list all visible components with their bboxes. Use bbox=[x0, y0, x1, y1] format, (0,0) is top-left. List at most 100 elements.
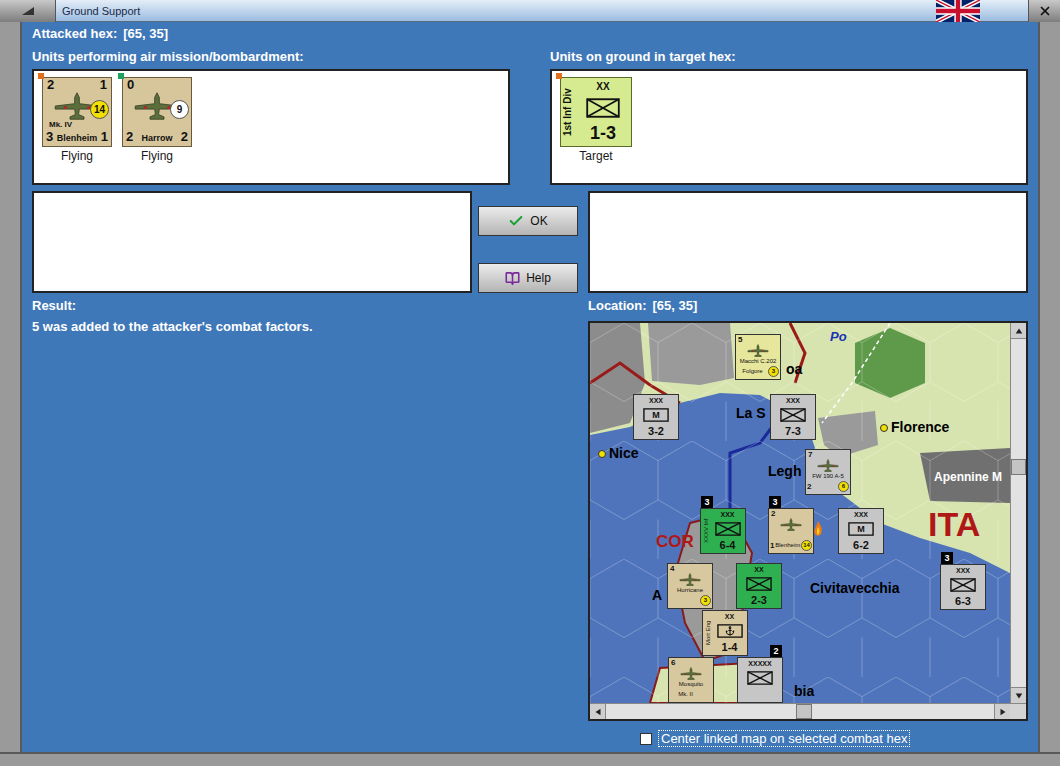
plane-icon bbox=[779, 518, 803, 531]
map-land-counter[interactable]: XXXM3-2 bbox=[633, 394, 679, 440]
check-icon bbox=[508, 213, 524, 229]
result-text: 5 was added to the attacker's combat fac… bbox=[32, 319, 588, 335]
counter-bottom-row: Mk. II bbox=[669, 688, 713, 700]
unit-strength: 3-2 bbox=[648, 425, 664, 437]
scroll-down-button[interactable] bbox=[1011, 687, 1026, 703]
counter-body: XX2-3 bbox=[737, 564, 781, 608]
map-land-counter[interactable]: 2XXXXX bbox=[737, 657, 783, 703]
horizontal-scrollbar[interactable] bbox=[590, 703, 1026, 719]
center-map-checkbox[interactable] bbox=[640, 733, 652, 745]
map-air-counter[interactable]: 6MosquitoMk. II bbox=[668, 657, 714, 703]
vertical-thumb[interactable] bbox=[1011, 459, 1026, 475]
arrow-left-icon bbox=[593, 707, 603, 717]
place-name: COR bbox=[656, 529, 694, 555]
map-view[interactable]: PooaLa SNiceFlorenceLeghApennine MITACOR… bbox=[590, 323, 1010, 703]
center-map-label: Center linked map on selected combat hex bbox=[658, 730, 910, 747]
top-left-value: 7 bbox=[808, 450, 812, 459]
unit-box-icon bbox=[780, 408, 806, 422]
window-title: Ground Support bbox=[62, 4, 140, 18]
plane-icon bbox=[746, 344, 770, 357]
stack-badge: 2 bbox=[770, 645, 782, 657]
map-land-counter[interactable]: XXX7-3 bbox=[770, 394, 816, 440]
ground-units-box[interactable]: 1st Inf DivXX1-3Target bbox=[550, 69, 1028, 185]
vertical-track[interactable] bbox=[1011, 339, 1026, 687]
window-menu-icon bbox=[21, 6, 35, 16]
unit-strength: 6-2 bbox=[853, 539, 869, 551]
unit-size: XXX bbox=[854, 511, 868, 519]
unit-symbol bbox=[715, 522, 741, 536]
place-name: La S bbox=[736, 403, 766, 424]
map-land-counter[interactable]: 3XXX6-3 bbox=[940, 564, 986, 610]
unit-size: XX bbox=[596, 81, 609, 92]
stack-badge: 3 bbox=[701, 496, 713, 508]
map-air-counter[interactable]: 4Hurricane3 bbox=[667, 563, 713, 609]
air-counter[interactable]: 2114Mk. IV3Blenheim1 bbox=[42, 77, 112, 147]
unit-size: XXX bbox=[956, 567, 970, 575]
air-unit[interactable]: 092Harrow2Flying bbox=[120, 77, 194, 163]
counter-bottom-row: 2Harrow2 bbox=[123, 130, 191, 144]
map-land-counter[interactable]: 3XXXV InfXXX6-4 bbox=[700, 508, 746, 554]
map-place: bia bbox=[794, 681, 814, 702]
air-units-label: Units performing air mission/bombardment… bbox=[32, 49, 510, 65]
map-air-counter[interactable]: 321Blenheim14 bbox=[768, 508, 814, 554]
scroll-corner bbox=[1010, 704, 1026, 719]
unit-name: Hurricane bbox=[668, 586, 712, 594]
counter-top-row: 7 bbox=[806, 450, 850, 459]
plane-icon bbox=[816, 459, 840, 472]
button-label: Help bbox=[526, 269, 551, 287]
map-land-counter[interactable]: Mort EngXX1-4 bbox=[702, 610, 748, 656]
map-place: Legh bbox=[768, 461, 801, 482]
map-place: La S bbox=[736, 403, 766, 424]
place-name: Florence bbox=[891, 417, 949, 438]
close-button[interactable] bbox=[1028, 0, 1060, 22]
stack-badge: 3 bbox=[769, 496, 781, 508]
status-marker bbox=[556, 73, 562, 79]
counter-bottom-row: 3 bbox=[668, 594, 712, 606]
center-map-checkbox-row[interactable]: Center linked map on selected combat hex bbox=[640, 730, 1028, 747]
map-land-counter[interactable]: XXXM6-2 bbox=[838, 508, 884, 554]
system-menu-button[interactable] bbox=[0, 0, 56, 22]
city-dot bbox=[880, 424, 888, 432]
counter-top-row: 6 bbox=[669, 658, 713, 667]
scroll-up-button[interactable] bbox=[1011, 323, 1026, 339]
map-air-counter[interactable]: 5Macchi C.202Folgore3 bbox=[735, 334, 781, 380]
anchor-icon bbox=[725, 626, 735, 636]
unit-symbol bbox=[746, 577, 772, 591]
map-place: oa bbox=[786, 359, 802, 380]
scroll-left-button[interactable] bbox=[590, 704, 606, 719]
horizontal-track[interactable] bbox=[606, 704, 994, 719]
unit-strength: 1-4 bbox=[722, 641, 738, 653]
scroll-right-button[interactable] bbox=[994, 704, 1010, 719]
top-left-value: 5 bbox=[738, 335, 742, 344]
plane-icon bbox=[678, 573, 702, 586]
attacked-hex: Attacked hex:[65, 35] bbox=[32, 26, 1028, 42]
ok-button[interactable]: OK bbox=[478, 206, 578, 236]
unit-symbol: M bbox=[643, 408, 669, 422]
unit-name: 1st Inf Div bbox=[561, 78, 575, 146]
map-place: Po bbox=[830, 327, 847, 347]
map-air-counter[interactable]: 7FW 190 A-526 bbox=[805, 449, 851, 495]
map-land-counter[interactable]: XX2-3 bbox=[736, 563, 782, 609]
air-units-box[interactable]: 2114Mk. IV3Blenheim1Flying092Harrow2Flyi… bbox=[32, 69, 510, 185]
counter-model: Mk. IV bbox=[43, 120, 111, 130]
horizontal-thumb[interactable] bbox=[796, 704, 812, 719]
unit-box-icon bbox=[950, 578, 976, 592]
title-bar[interactable]: Ground Support bbox=[0, 0, 1060, 22]
attacker-detail-box bbox=[32, 191, 472, 293]
air-counter[interactable]: 092Harrow2 bbox=[122, 77, 192, 147]
counter-plane bbox=[769, 518, 813, 531]
unit-subname: Mk. II bbox=[678, 690, 693, 698]
ground-unit[interactable]: 1st Inf DivXX1-3Target bbox=[558, 77, 634, 163]
arrow-right-icon bbox=[998, 707, 1008, 717]
vertical-scrollbar[interactable] bbox=[1010, 323, 1026, 703]
range-circle: 6 bbox=[838, 481, 849, 492]
place-name: Legh bbox=[768, 461, 801, 482]
range-circle: 3 bbox=[768, 366, 779, 377]
place-name: Apennine M bbox=[934, 468, 1002, 486]
counter-bottom-row: Folgore3 bbox=[736, 365, 780, 377]
range-circle: 9 bbox=[170, 100, 189, 119]
air-unit[interactable]: 2114Mk. IV3Blenheim1Flying bbox=[40, 77, 114, 163]
place-name: Po bbox=[830, 327, 847, 347]
land-counter[interactable]: 1st Inf DivXX1-3 bbox=[560, 77, 632, 147]
help-button[interactable]: Help bbox=[478, 263, 578, 293]
